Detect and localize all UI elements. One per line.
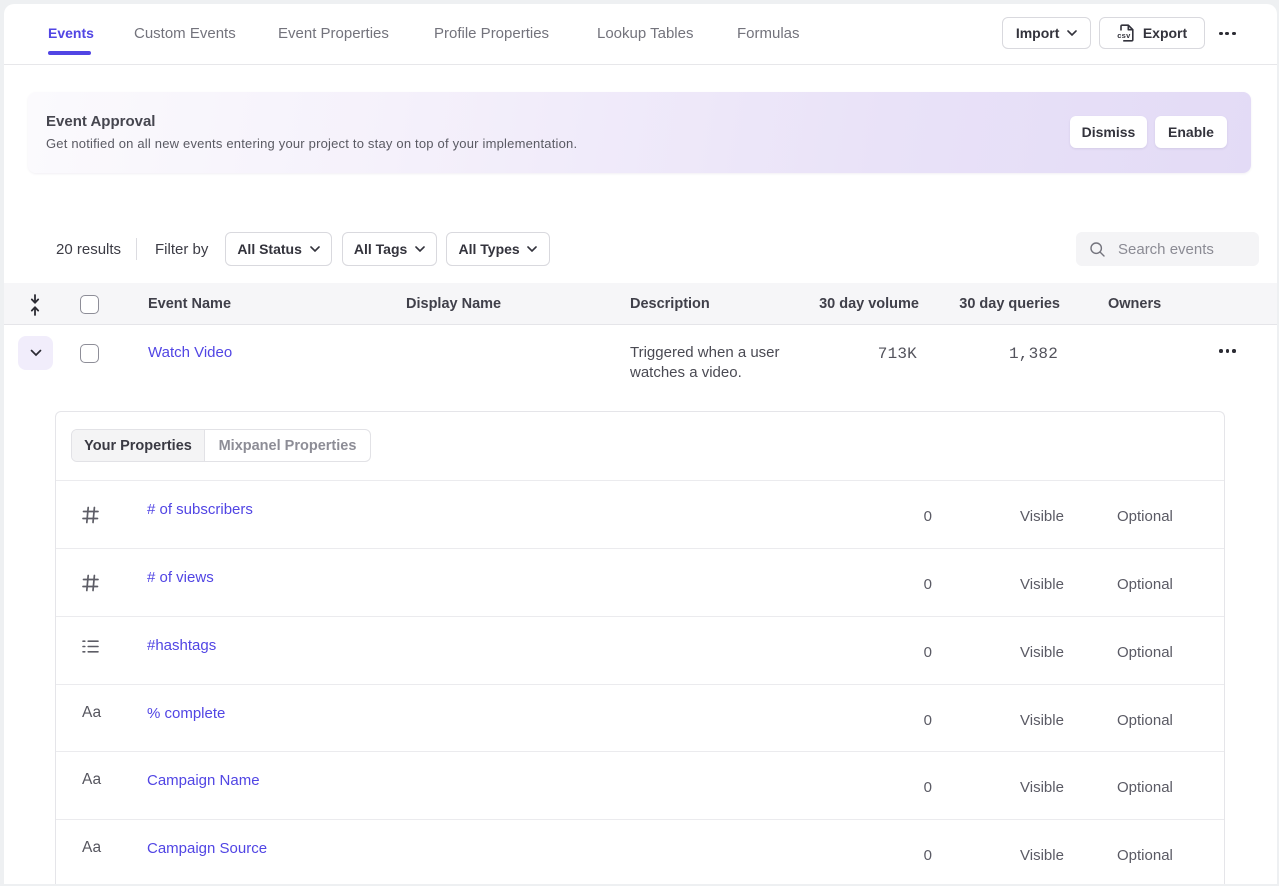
svg-text:csv: csv <box>1117 31 1131 40</box>
